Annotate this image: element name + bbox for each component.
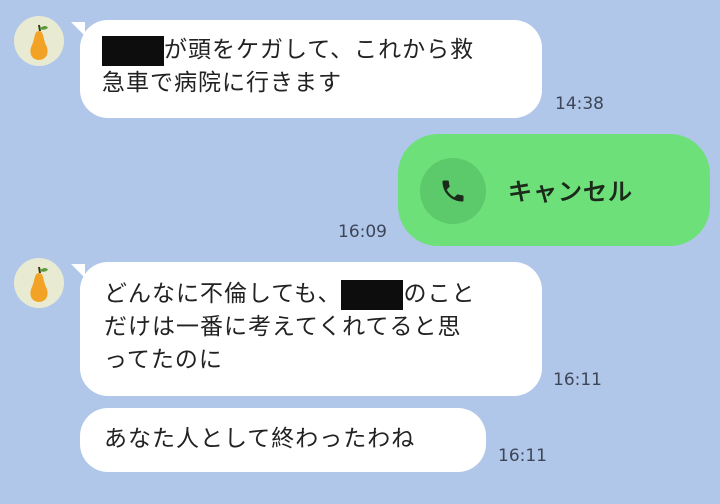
pear-icon xyxy=(30,24,48,60)
message-text: 急車で病院に行きます xyxy=(102,70,342,96)
phone-icon xyxy=(420,158,486,224)
message-timestamp: 16:11 xyxy=(498,446,547,466)
message-timestamp: 16:09 xyxy=(338,222,387,242)
pear-icon xyxy=(30,266,48,302)
redacted-name xyxy=(102,35,164,66)
message-text: あなた人として終わったわね xyxy=(104,426,416,452)
message-text: ってたのに xyxy=(104,347,223,373)
call-message-bubble[interactable]: キャンセル xyxy=(398,134,710,246)
message-text: が頭をケガして、これから救 xyxy=(164,37,475,63)
message-timestamp: 16:11 xyxy=(553,370,602,390)
message-bubble-incoming: どんなに不倫しても、 のこと だけは一番に考えてくれてると思 ってたのに xyxy=(71,262,542,396)
redacted-name xyxy=(341,279,404,310)
message-text: のこと xyxy=(403,281,476,307)
avatar[interactable] xyxy=(14,258,64,308)
message-bubble-incoming: あなた人として終わったわね xyxy=(80,408,486,472)
call-status-label: キャンセル xyxy=(508,178,633,206)
message-bubble-incoming: が頭をケガして、これから救 急車で病院に行きます xyxy=(71,20,542,118)
message-timestamp: 14:38 xyxy=(555,94,604,114)
message-text: だけは一番に考えてくれてると思 xyxy=(104,314,462,340)
avatar[interactable] xyxy=(14,16,64,66)
